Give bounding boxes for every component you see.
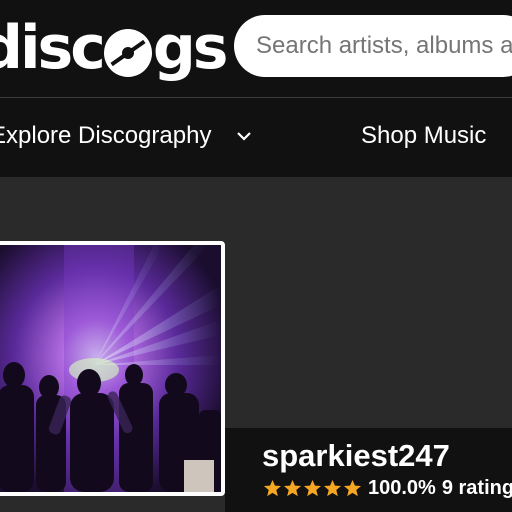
star-icon [343,479,362,497]
nav-shop-music[interactable]: Shop Music [361,122,486,150]
chevron-down-icon [237,132,252,141]
star-icon [323,479,342,497]
nav-explore-discography[interactable]: Explore Discography [0,122,253,150]
profile-banner-image [0,241,225,496]
logo-prefix: di [0,13,40,83]
profile-username[interactable]: sparkiest247 [262,438,450,474]
rating-stars [263,479,362,498]
main-nav: Explore Discography Shop Music [0,98,512,177]
logo-suffix: gs [152,13,229,83]
nav-explore-label: Explore Discography [0,122,212,149]
nav-shop-label: Shop Music [361,122,487,149]
rating-count: 9 ratings [441,477,512,499]
concert-crowd-photo [0,245,221,492]
discogs-logo[interactable]: discgs [0,10,229,86]
vinyl-disc-icon [103,29,152,77]
logo-c: c [70,13,106,83]
logo-s: s [37,13,74,83]
seller-rating[interactable]: 100.0% 9 ratings [263,477,512,500]
star-icon [283,479,302,497]
search-input[interactable] [256,32,512,60]
star-icon [303,479,322,497]
search-bar[interactable] [234,15,512,77]
top-header: discgs [0,0,512,97]
rating-percent: 100.0% [368,477,436,499]
star-icon [263,479,282,497]
